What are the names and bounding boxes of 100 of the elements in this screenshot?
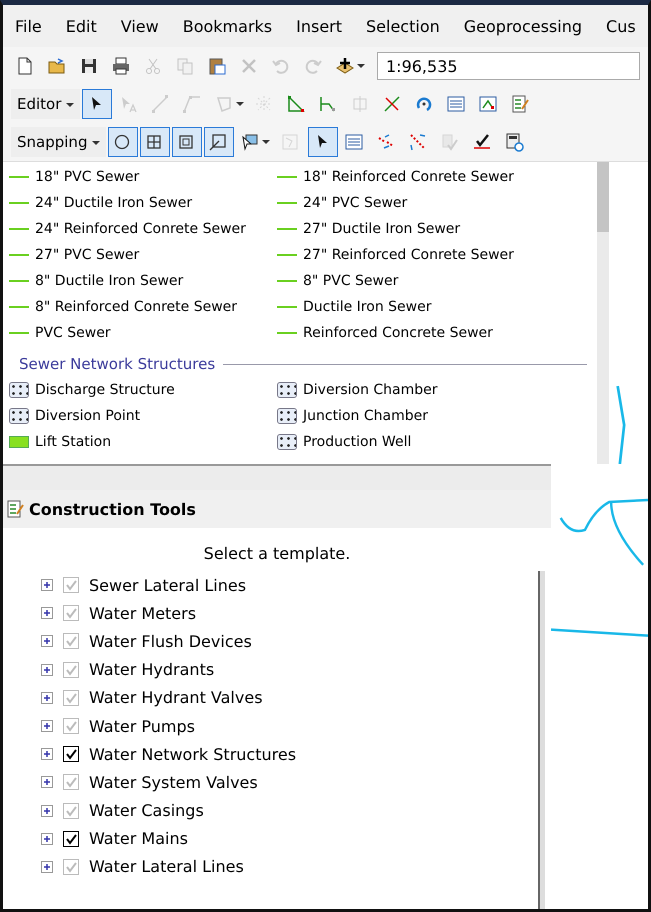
expand-button[interactable] [41,635,53,648]
line-symbol-icon [277,254,297,256]
scale-field[interactable]: 1:96,535 [377,52,640,80]
dots-symbol-icon [277,382,297,398]
menu-item[interactable]: Edit [66,16,97,36]
expand-button[interactable] [41,692,53,704]
scrollbar[interactable] [597,162,609,464]
template-item[interactable]: Ductile Iron Sewer [277,296,587,317]
menu-item[interactable]: Geoprocessing [464,16,582,36]
layer-label: Water Meters [89,604,196,623]
checkbox[interactable] [63,746,79,762]
line-symbol-icon [9,332,29,334]
template-label: 24" Reinforced Conrete Sewer [35,220,246,236]
template-item[interactable]: 24" PVC Sewer [277,192,587,213]
template-item[interactable]: 8" Reinforced Conrete Sewer [9,296,277,317]
expand-button[interactable] [41,607,53,620]
expand-button[interactable] [41,720,53,732]
expand-button[interactable] [41,776,53,788]
template-label: Ductile Iron Sewer [303,298,432,314]
template-label: Production Well [303,434,412,450]
template-item[interactable]: Reinforced Concrete Sewer [277,322,587,343]
toolbar-button[interactable] [308,127,338,157]
template-item[interactable]: 8" Ductile Iron Sewer [9,270,277,291]
line-symbol-icon [277,306,297,308]
template-label: 27" Ductile Iron Sewer [303,220,460,236]
table-icon [344,132,364,152]
dots-symbol-icon [277,434,297,450]
dots-symbol-icon [9,382,29,398]
template-label: 27" Reinforced Conrete Sewer [303,246,514,262]
template-item[interactable]: 27" Ductile Iron Sewer [277,218,587,239]
hint-text: Select a template. [202,543,352,565]
layer-label: Sewer Lateral Lines [89,576,246,595]
layer-label: Water Lateral Lines [89,857,244,876]
expand-button[interactable] [41,832,53,845]
menu-item[interactable]: Insert [296,16,342,36]
splitter-handle[interactable] [3,464,551,490]
expand-button[interactable] [41,748,53,760]
toolbar-button[interactable] [140,127,170,157]
template-item[interactable]: 27" Reinforced Conrete Sewer [277,244,587,265]
template-item[interactable]: Junction Chamber [277,405,587,426]
scroll-thumb[interactable] [597,162,609,232]
menu-item[interactable]: View [120,16,159,36]
panel-title: Construction Tools [29,500,196,518]
menu-item[interactable]: File [15,16,42,36]
checkbox[interactable] [63,830,79,847]
template-item[interactable]: 18" Reinforced Conrete Sewer [277,166,587,187]
expand-button[interactable] [41,804,53,817]
line-symbol-icon [9,176,29,178]
square-line-icon [208,132,228,152]
template-item[interactable]: Lift Station [9,431,277,452]
template-item[interactable]: 27" PVC Sewer [9,244,277,265]
expand-button[interactable] [41,860,53,873]
scrollbar[interactable] [538,571,545,909]
template-item[interactable]: 18" PVC Sewer [9,166,277,187]
snapping-menu-button[interactable]: Snapping [11,127,106,157]
template-label: 18" Reinforced Conrete Sewer [303,168,514,184]
template-item[interactable]: Diversion Point [9,405,277,426]
template-item[interactable]: 8" PVC Sewer [277,270,587,291]
template-item[interactable]: 24" Reinforced Conrete Sewer [9,218,277,239]
template-item[interactable]: PVC Sewer [9,322,277,343]
template-item[interactable]: 24" Ductile Iron Sewer [9,192,277,213]
template-label: Diversion Point [35,408,140,424]
toolbar-button[interactable] [108,127,138,157]
layer-label: Water Hydrant Valves [89,688,263,708]
toolbar-button[interactable] [82,89,112,119]
sketch-icon [478,94,498,114]
line-symbol-icon [9,202,29,204]
checkmark-line-icon [472,132,492,152]
template-item[interactable]: Production Well [277,431,587,452]
template-label: 24" PVC Sewer [303,194,408,210]
layer-label: Water Hydrants [89,660,214,680]
line-symbol-icon [9,306,29,308]
plus-icon [335,56,355,76]
toolbar-button[interactable] [204,127,234,157]
clipboard-icon [207,56,227,76]
polyline-icon [182,94,202,114]
folder-icon [47,56,67,76]
triangle-vertices-icon [286,94,306,114]
expand-button[interactable] [41,579,53,592]
template-item[interactable]: Discharge Structure [9,379,277,400]
editor-menu-button[interactable]: Editor [11,89,80,119]
expand-button[interactable] [41,664,53,676]
menu-item[interactable]: Selection [366,16,440,36]
template-label: Junction Chamber [303,408,428,424]
menu-item[interactable]: Cus [606,16,636,36]
form-icon [510,94,530,114]
toolbar-button[interactable] [172,127,202,157]
template-label: 18" PVC Sewer [35,168,140,184]
line-symbol-icon [277,176,297,178]
printer-icon [111,56,131,76]
template-item[interactable]: Diversion Chamber [277,379,587,400]
line-symbol-icon [9,228,29,230]
layer-label: Water Mains [89,829,188,848]
form-icon [5,499,25,519]
dots-symbol-icon [277,408,297,424]
station-symbol-icon [9,436,29,448]
menu-item[interactable]: Bookmarks [182,16,272,36]
template-label: 27" PVC Sewer [35,246,140,262]
dots-symbol-icon [9,408,29,424]
line-symbol-icon [277,332,297,334]
